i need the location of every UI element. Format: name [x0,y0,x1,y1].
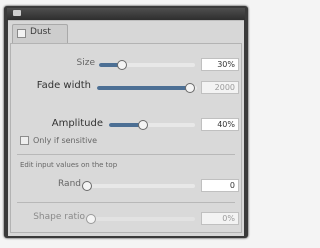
tab-label: Dust [30,27,51,37]
fade-slider-track[interactable] [97,86,197,90]
amplitude-slider-track[interactable] [109,123,195,127]
shape-slider-thumb[interactable] [86,214,96,224]
offset-label: Rand [58,179,81,189]
size-value-field[interactable]: 30% [201,58,239,71]
amplitude-value-field[interactable]: 40% [201,118,239,131]
shape-value-field[interactable]: 0% [201,212,239,225]
section-caption: Edit input values on the top [20,161,118,169]
size-slider-track[interactable] [99,63,195,67]
section-divider-bottom [17,202,235,203]
fade-width-label: Fade width [36,80,91,91]
fade-slider-thumb[interactable] [185,83,195,93]
fade-value-field[interactable]: 2000 [201,81,239,94]
size-slider-thumb[interactable] [117,60,128,70]
offset-slider-thumb[interactable] [82,181,92,191]
size-label: Size [76,58,95,68]
only-if-checkbox[interactable] [20,136,29,145]
shape-slider-track[interactable] [91,217,195,221]
fade-slider-fill [97,86,190,90]
section-divider-top [17,154,235,155]
titlebar[interactable] [7,8,245,20]
tab-enable-checkbox[interactable] [17,29,26,38]
shape-ratio-label: Shape ratio [33,212,85,222]
drag-handle-icon[interactable] [13,10,21,16]
properties-panel: Dust Size 30% Fade width 2000 Amplitude [8,20,244,236]
only-if-label: Only if sensitive [33,136,98,145]
tab-dust[interactable]: Dust [12,24,68,43]
offset-slider-track[interactable] [87,184,195,188]
amplitude-slider-thumb[interactable] [138,120,149,130]
offset-value-field[interactable]: 0 [201,179,239,192]
window: Dust Size 30% Fade width 2000 Amplitude [0,0,264,248]
tab-content: Size 30% Fade width 2000 Amplitude 40% O… [10,43,242,233]
amplitude-label: Amplitude [51,118,103,129]
